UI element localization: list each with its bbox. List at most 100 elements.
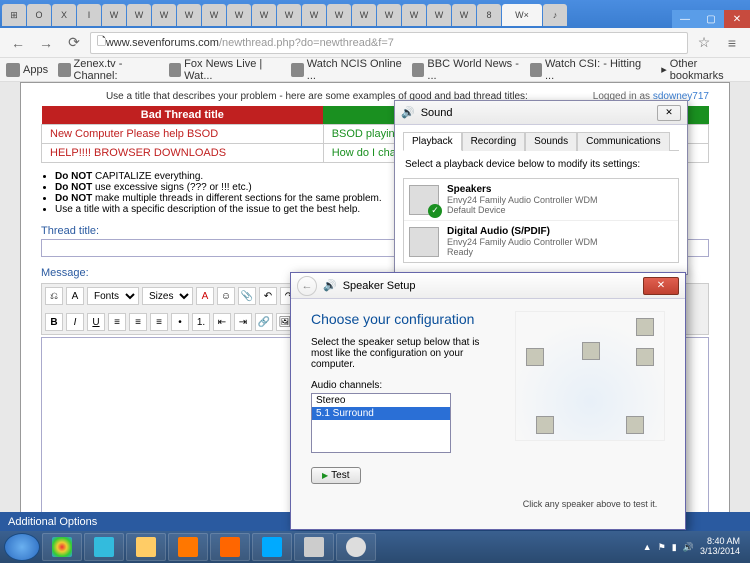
sound-titlebar[interactable]: 🔊 Sound ✕	[395, 101, 687, 125]
network-icon[interactable]: ▮	[672, 542, 677, 553]
close-button[interactable]: ✕	[643, 277, 679, 295]
bookmark[interactable]: Zenex.tv - Channel:	[58, 58, 159, 82]
speaker-icon: 🔊	[323, 279, 337, 292]
reload-button[interactable]: ⟳	[62, 31, 86, 55]
speaker-title: Speaker Setup	[343, 280, 637, 292]
tab-sounds[interactable]: Sounds	[525, 132, 577, 151]
task-skype[interactable]	[252, 533, 292, 561]
bookmark-icon	[412, 63, 424, 77]
tab[interactable]: X	[52, 4, 76, 26]
smiley-button[interactable]: ☺	[217, 287, 235, 305]
task-chrome[interactable]	[42, 533, 82, 561]
tab[interactable]: W	[302, 4, 326, 26]
list-num-button[interactable]: 1.	[192, 313, 210, 331]
tab-recording[interactable]: Recording	[462, 132, 526, 151]
folder-icon	[136, 537, 156, 557]
tab[interactable]: W	[102, 4, 126, 26]
task-app[interactable]	[294, 533, 334, 561]
back-button[interactable]: ←	[6, 31, 30, 55]
tab[interactable]: W	[227, 4, 251, 26]
flag-icon[interactable]: ⚑	[658, 542, 666, 553]
task-explorer[interactable]	[126, 533, 166, 561]
tab[interactable]: W	[202, 4, 226, 26]
task-sound[interactable]	[336, 533, 376, 561]
bookmark[interactable]: Watch NCIS Online ...	[291, 58, 402, 82]
color-button[interactable]: A	[196, 287, 214, 305]
channels-listbox[interactable]: Stereo 5.1 Surround	[311, 393, 451, 453]
list-button[interactable]: •	[171, 313, 189, 331]
italic-button[interactable]: I	[66, 313, 84, 331]
bookmark[interactable]: Fox News Live | Wat...	[169, 58, 282, 82]
task-ie[interactable]	[84, 533, 124, 561]
window-minimize-button[interactable]: —	[672, 10, 698, 28]
window-close-button[interactable]: ✕	[724, 10, 750, 28]
link-button[interactable]: 🔗	[255, 313, 273, 331]
bookmark[interactable]: BBC World News - ...	[412, 58, 520, 82]
tab[interactable]: W	[352, 4, 376, 26]
tray-icon[interactable]: ▲	[643, 542, 652, 552]
clock[interactable]: 8:40 AM3/13/2014	[700, 537, 740, 557]
toolbar-button[interactable]: ⎌	[45, 287, 63, 305]
tab[interactable]: W	[402, 4, 426, 26]
back-icon[interactable]: ←	[297, 276, 317, 296]
tab[interactable]: W	[327, 4, 351, 26]
task-firefox[interactable]	[210, 533, 250, 561]
tab[interactable]: 8	[477, 4, 501, 26]
sound-dialog: 🔊 Sound ✕ Playback Recording Sounds Comm…	[394, 100, 688, 275]
tab[interactable]: I	[77, 4, 101, 26]
tab[interactable]: W	[277, 4, 301, 26]
menu-icon[interactable]: ≡	[720, 31, 744, 55]
tab-playback[interactable]: Playback	[403, 132, 462, 151]
tab-communications[interactable]: Communications	[577, 132, 669, 151]
volume-icon[interactable]: 🔊	[683, 542, 694, 553]
other-bookmarks[interactable]: ▸ Other bookmarks	[661, 58, 744, 82]
tab[interactable]: ⊞	[2, 4, 26, 26]
tab-active[interactable]: W ×	[502, 4, 542, 26]
tab[interactable]: W	[377, 4, 401, 26]
task-wmp[interactable]	[168, 533, 208, 561]
speaker-fl-icon[interactable]	[526, 348, 544, 366]
align-left-button[interactable]: ≡	[108, 313, 126, 331]
system-tray[interactable]: ▲ ⚑ ▮ 🔊 8:40 AM3/13/2014	[643, 537, 746, 557]
align-right-button[interactable]: ≡	[150, 313, 168, 331]
speaker-titlebar[interactable]: ← 🔊 Speaker Setup ✕	[291, 273, 685, 299]
speaker-c-icon[interactable]	[582, 342, 600, 360]
option-stereo[interactable]: Stereo	[312, 394, 450, 407]
forward-button[interactable]: →	[34, 31, 58, 55]
toolbar-button[interactable]: A	[66, 287, 84, 305]
outdent-button[interactable]: ⇤	[213, 313, 231, 331]
tab[interactable]: O	[27, 4, 51, 26]
fonts-select[interactable]: Fonts	[87, 287, 139, 305]
bad-example: New Computer Please help BSOD	[42, 125, 324, 144]
sizes-select[interactable]: Sizes	[142, 287, 193, 305]
tab[interactable]: W	[452, 4, 476, 26]
tab[interactable]: W	[127, 4, 151, 26]
test-button[interactable]: Test	[311, 467, 361, 484]
tab[interactable]: W	[252, 4, 276, 26]
bookmark[interactable]: Watch CSI: - Hitting ...	[530, 58, 642, 82]
apps-button[interactable]: Apps	[6, 63, 48, 77]
attach-button[interactable]: 📎	[238, 287, 256, 305]
align-center-button[interactable]: ≡	[129, 313, 147, 331]
bold-button[interactable]: B	[45, 313, 63, 331]
tab[interactable]: ♪	[543, 4, 567, 26]
star-icon[interactable]: ☆	[692, 31, 716, 55]
device-list: ✓ SpeakersEnvy24 Family Audio Controller…	[403, 178, 679, 263]
window-maximize-button[interactable]: ▢	[698, 10, 724, 28]
device-speakers[interactable]: ✓ SpeakersEnvy24 Family Audio Controller…	[404, 179, 678, 221]
start-button[interactable]	[4, 533, 40, 561]
indent-button[interactable]: ⇥	[234, 313, 252, 331]
device-spdif[interactable]: Digital Audio (S/PDIF)Envy24 Family Audi…	[404, 221, 678, 262]
underline-button[interactable]: U	[87, 313, 105, 331]
speaker-rl-icon[interactable]	[536, 416, 554, 434]
speaker-sub-icon[interactable]	[636, 318, 654, 336]
option-51[interactable]: 5.1 Surround	[312, 407, 450, 420]
tab[interactable]: W	[152, 4, 176, 26]
url-bar[interactable]: 🗋 www.sevenforums.com/newthread.php?do=n…	[90, 32, 688, 54]
undo-button[interactable]: ↶	[259, 287, 277, 305]
close-button[interactable]: ✕	[657, 105, 681, 121]
tab[interactable]: W	[427, 4, 451, 26]
speaker-rr-icon[interactable]	[626, 416, 644, 434]
tab[interactable]: W	[177, 4, 201, 26]
speaker-fr-icon[interactable]	[636, 348, 654, 366]
